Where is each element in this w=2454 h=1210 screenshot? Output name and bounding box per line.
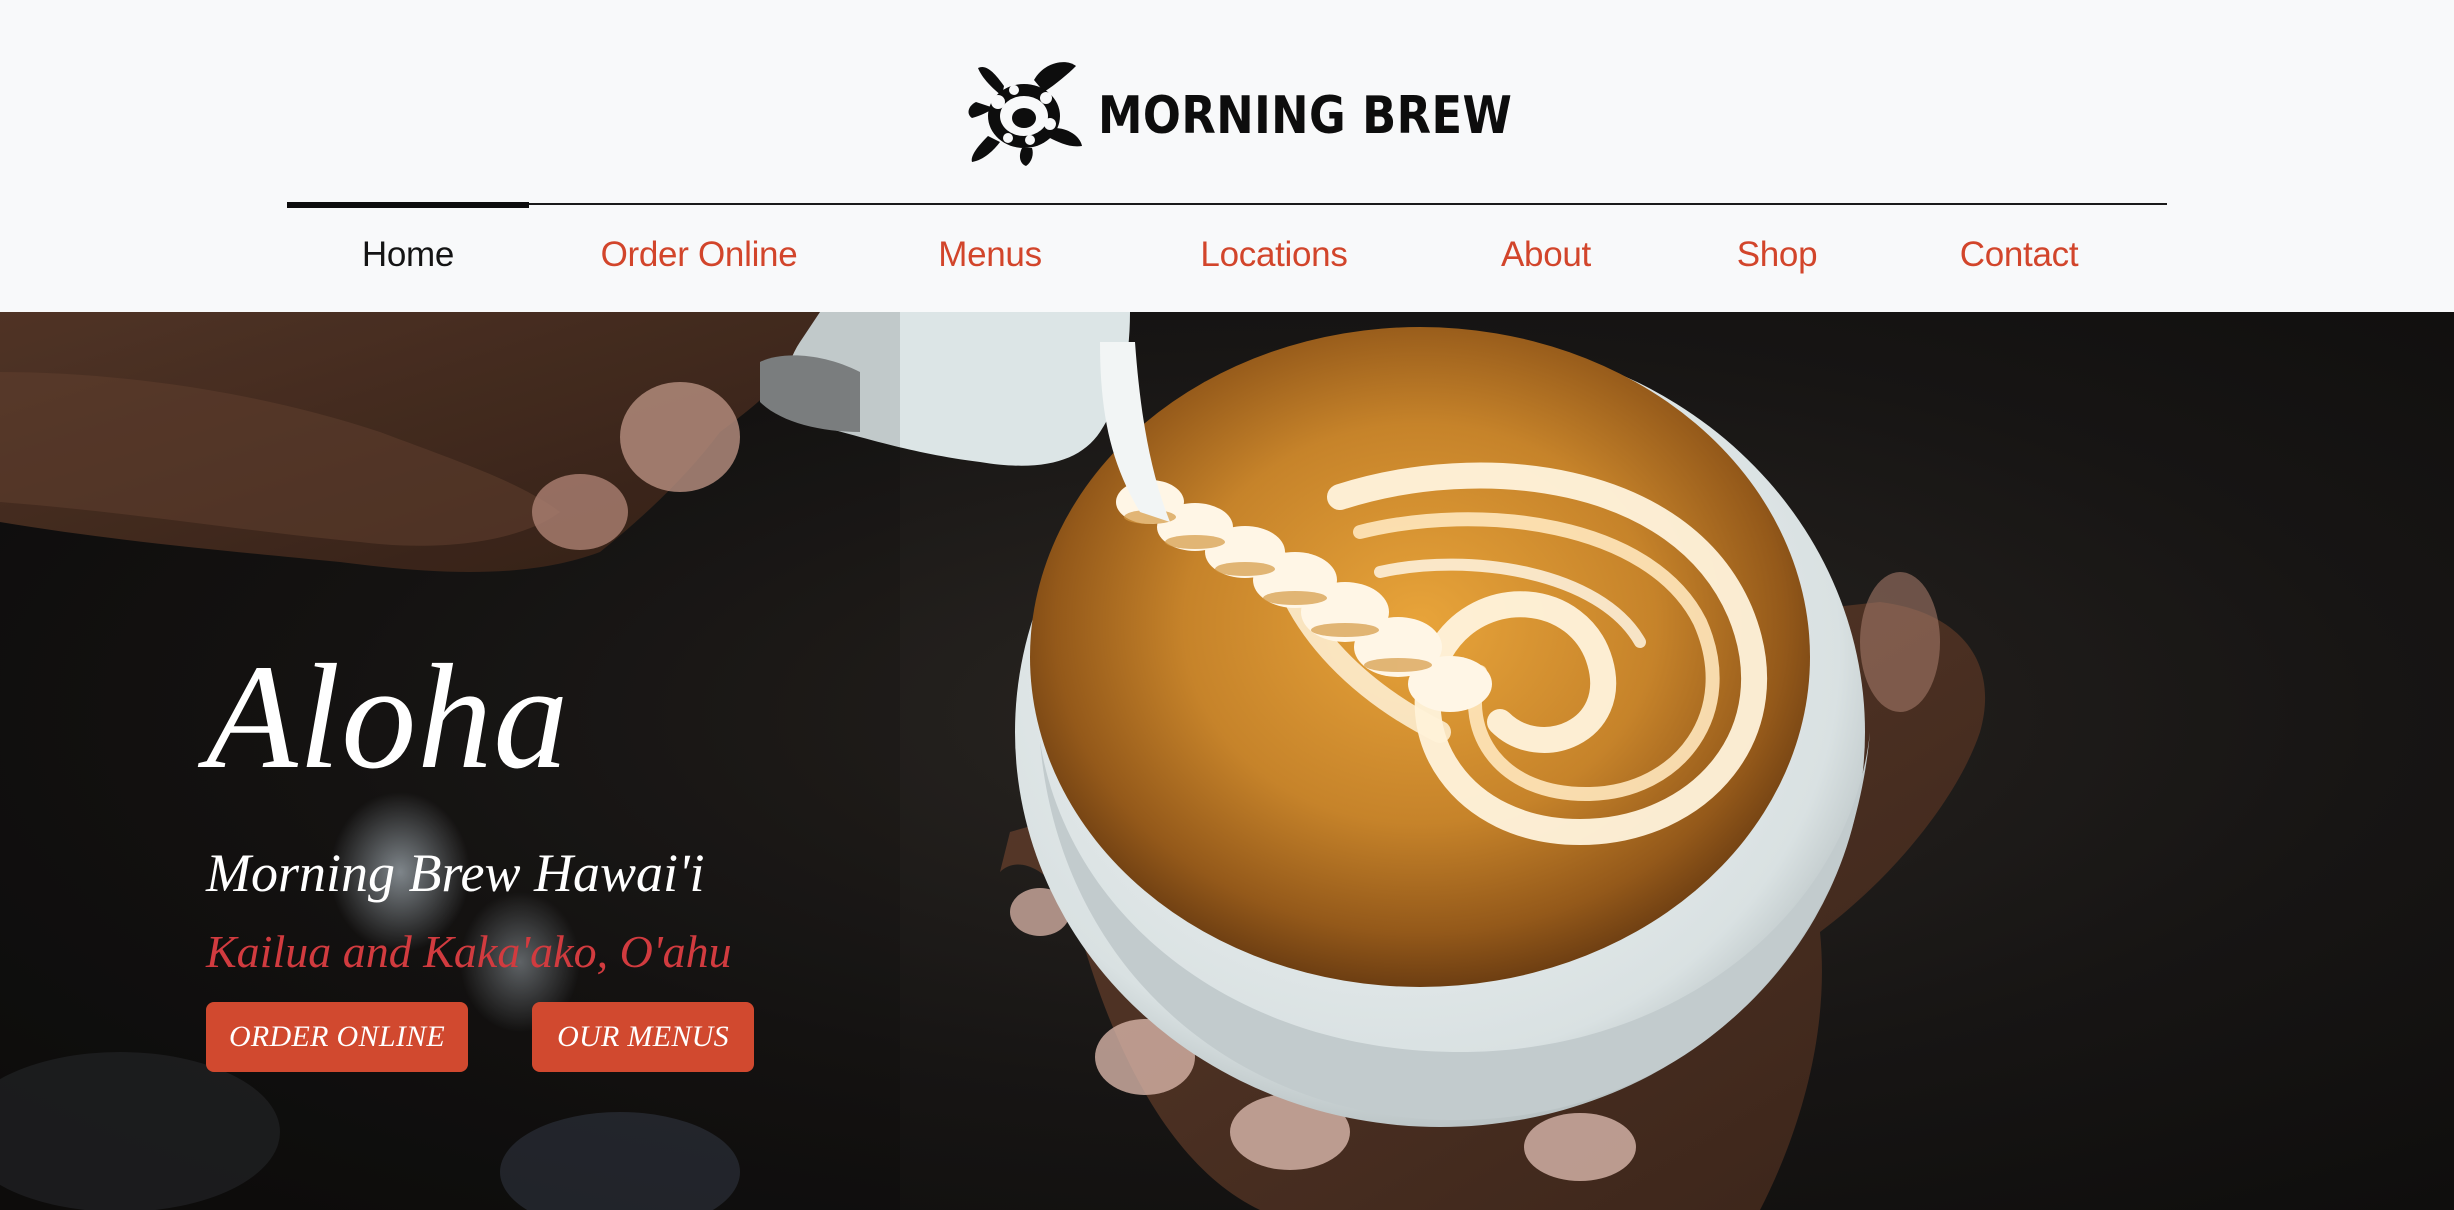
nav-about[interactable]: About [1441, 205, 1651, 305]
our-menus-button[interactable]: OUR MENUS [532, 1002, 754, 1072]
nav-locations[interactable]: Locations [1153, 205, 1395, 305]
hero-title: Aloha [206, 634, 570, 800]
hero-section: Aloha Morning Brew Hawai'i Kailua and Ka… [0, 312, 2454, 1210]
nav-order-online[interactable]: Order Online [565, 205, 833, 305]
main-nav: Home Order Online Menus Locations About … [287, 202, 2167, 305]
site-header: MORNING BREW Home Order Online Menus Loc… [0, 0, 2454, 312]
nav-contact[interactable]: Contact [1907, 205, 2131, 305]
nav-shop[interactable]: Shop [1687, 205, 1867, 305]
turtle-icon [968, 62, 1082, 166]
nav-menus[interactable]: Menus [879, 205, 1101, 305]
hero-location: Kailua and Kaka'ako, O'ahu [206, 926, 732, 977]
order-online-button[interactable]: ORDER ONLINE [206, 1002, 468, 1072]
hero-subtitle: Morning Brew Hawai'i [206, 843, 705, 903]
nav-home[interactable]: Home [287, 202, 529, 305]
brand-name: MORNING BREW [1098, 86, 1513, 146]
brand-logo[interactable]: MORNING BREW [964, 58, 1580, 168]
